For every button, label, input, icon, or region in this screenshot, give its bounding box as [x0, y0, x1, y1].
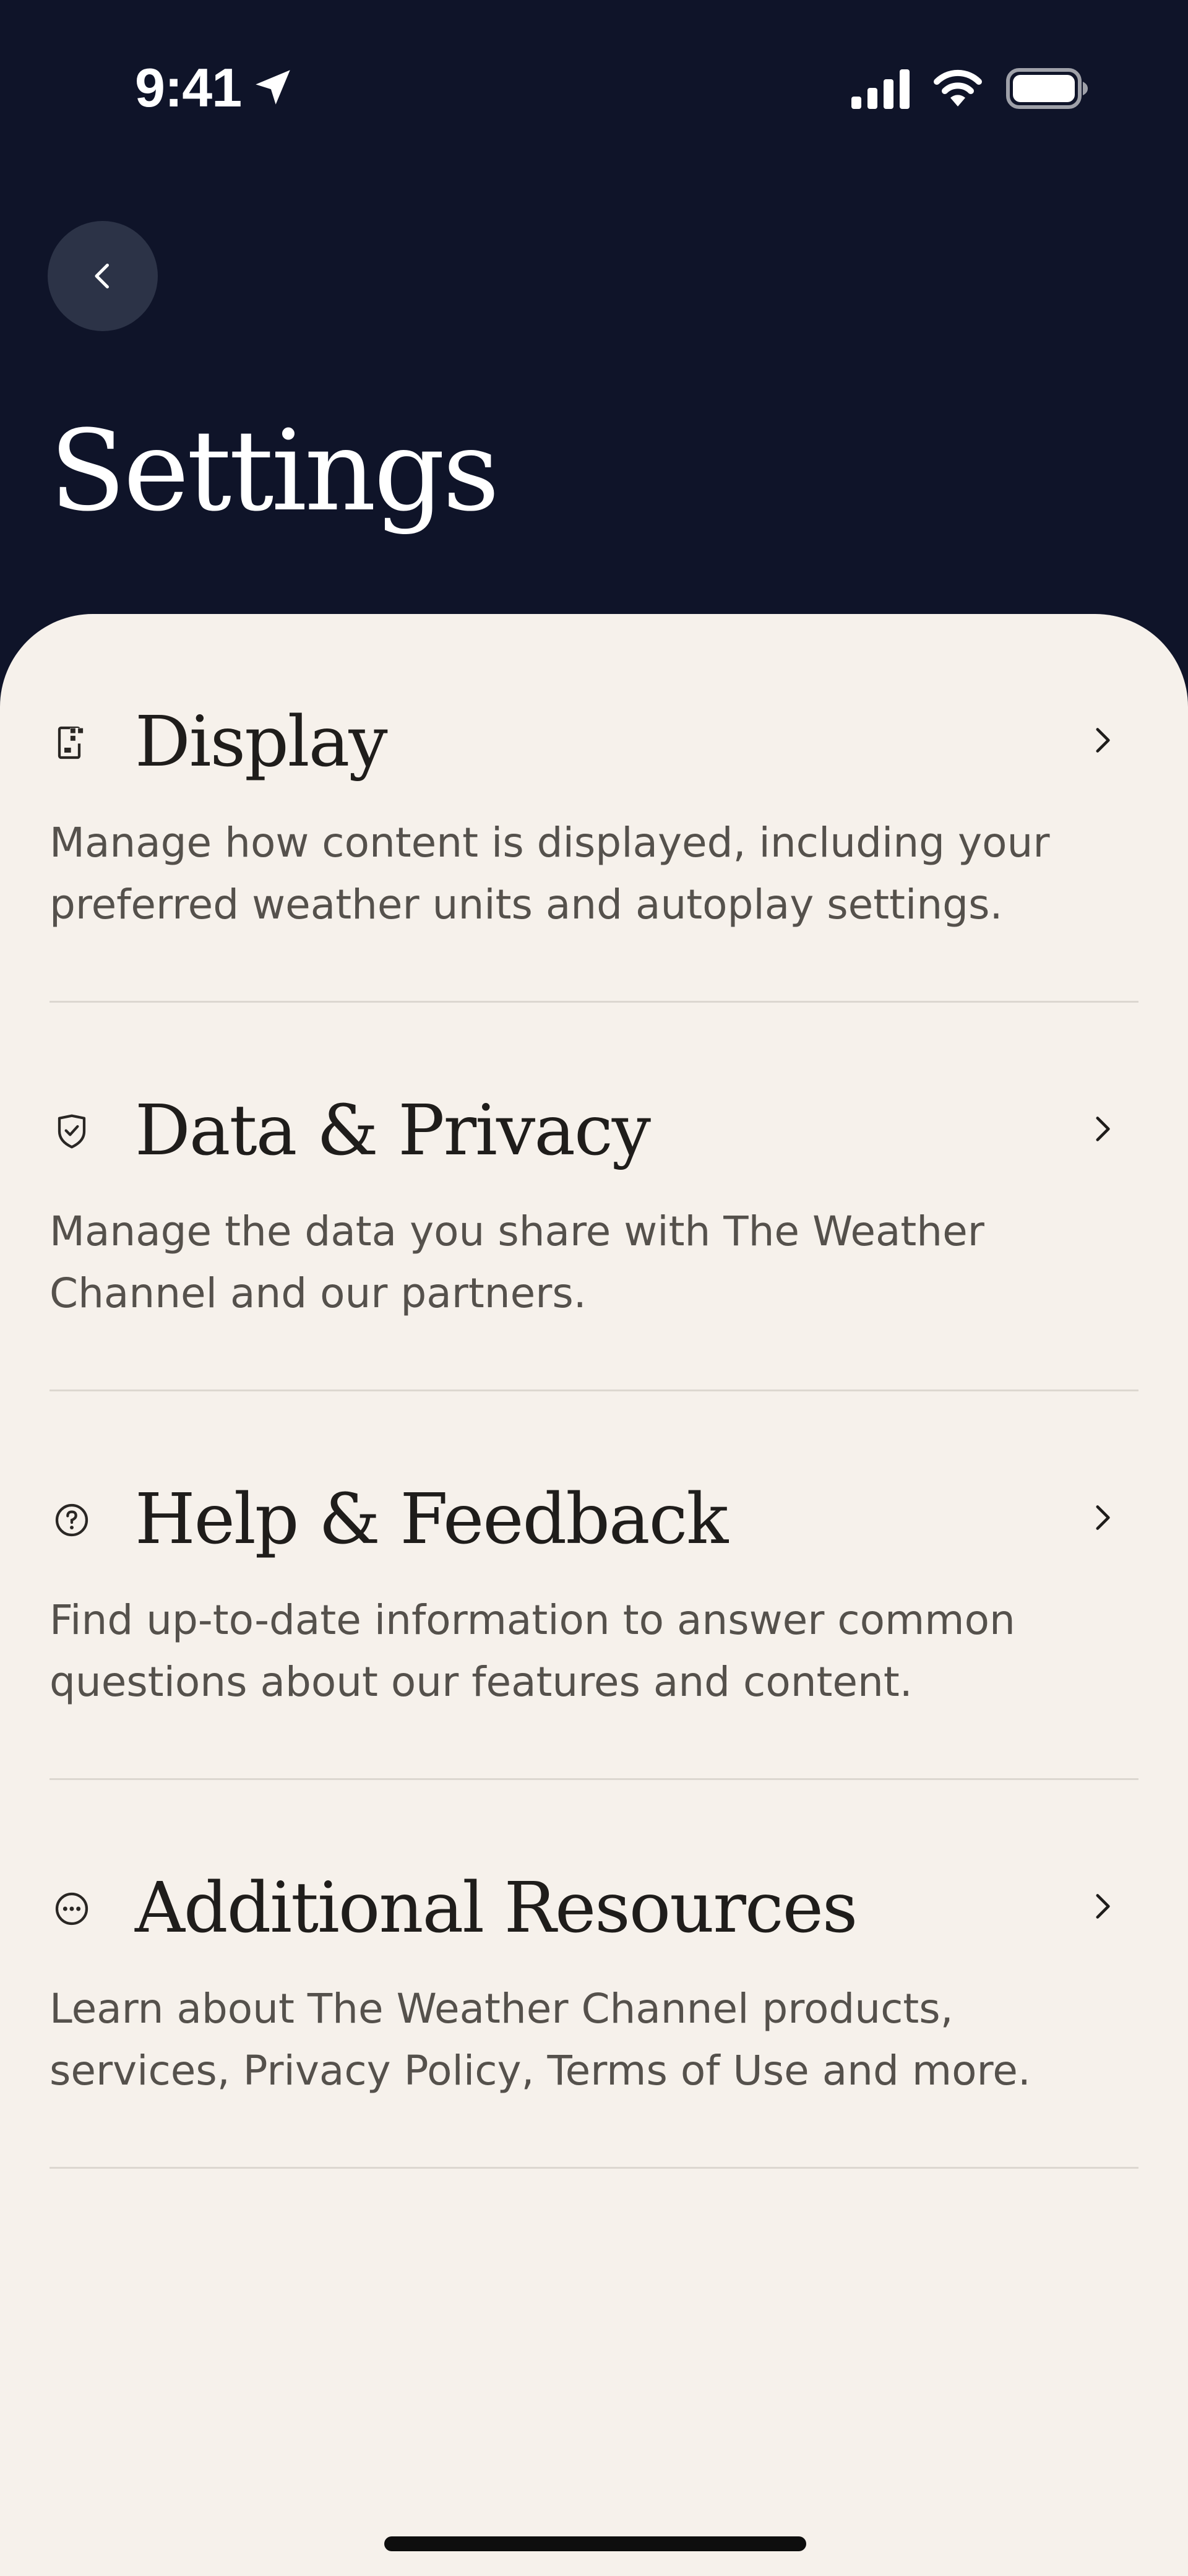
- settings-item-additional-resources[interactable]: Additional Resources Learn about The Wea…: [50, 1780, 1138, 2169]
- settings-item-display[interactable]: Display Manage how content is displayed,…: [50, 614, 1138, 1003]
- settings-item-title: Display: [135, 702, 388, 782]
- settings-item-help-feedback[interactable]: Help & Feedback Find up-to-date informat…: [50, 1391, 1138, 1780]
- back-button[interactable]: [48, 221, 158, 331]
- chevron-right-icon: [1085, 1112, 1120, 1146]
- question-circle-icon: [52, 1500, 92, 1540]
- settings-item-description: Manage how content is displayed, includi…: [50, 819, 1050, 928]
- settings-item-description: Find up-to-date information to answer co…: [50, 1596, 1015, 1706]
- home-indicator: [384, 2536, 806, 2551]
- location-arrow-icon: [256, 70, 290, 105]
- status-bar: 9:41: [0, 0, 1188, 173]
- settings-item-description: Manage the data you share with The Weath…: [50, 1208, 984, 1317]
- chevron-right-icon: [1085, 1889, 1120, 1924]
- display-icon: [52, 723, 92, 763]
- settings-item-title: Data & Privacy: [135, 1091, 651, 1171]
- more-circle-icon: [52, 1889, 92, 1929]
- settings-item-description: Learn about The Weather Channel products…: [50, 1985, 1031, 2094]
- battery-icon: [1006, 68, 1088, 109]
- chevron-right-icon: [1085, 1500, 1120, 1535]
- page-title: Settings: [50, 407, 500, 536]
- shield-check-icon: [52, 1112, 92, 1151]
- settings-item-data-privacy[interactable]: Data & Privacy Manage the data you share…: [50, 1003, 1138, 1391]
- header: 9:41 Settings: [0, 0, 1188, 681]
- cellular-signal-icon: [851, 69, 910, 109]
- status-time: 9:41: [135, 57, 242, 118]
- settings-item-title: Additional Resources: [135, 1868, 858, 1948]
- settings-item-title: Help & Feedback: [135, 1479, 728, 1560]
- settings-list: Display Manage how content is displayed,…: [50, 614, 1138, 2169]
- chevron-right-icon: [1085, 723, 1120, 758]
- wifi-icon: [934, 69, 982, 106]
- chevron-left-icon: [95, 264, 109, 288]
- settings-sheet: Display Manage how content is displayed,…: [0, 614, 1188, 2576]
